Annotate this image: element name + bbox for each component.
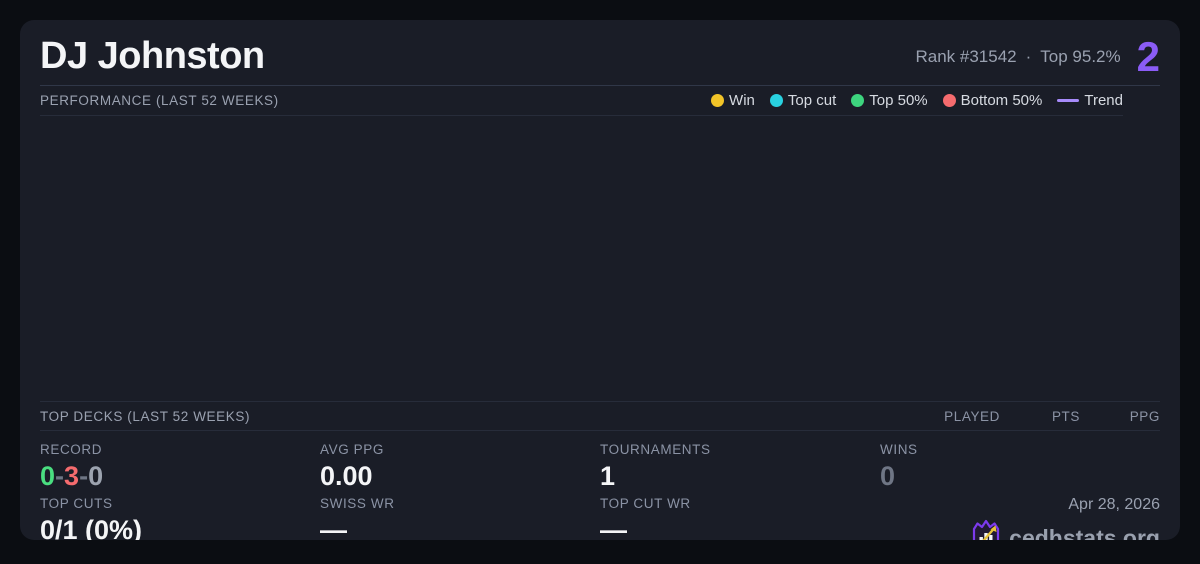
page-title: DJ Johnston	[40, 35, 265, 77]
record-draws: 0	[88, 461, 104, 491]
stat-top-cut-wr: TOP CUT WR —	[600, 496, 691, 540]
legend-item-bottom50: Bottom 50%	[942, 92, 1042, 109]
chart-legend: Win Top cut Top 50% Bottom 50% Trend	[711, 92, 1123, 109]
generated-date: Apr 28, 2026	[1068, 496, 1160, 513]
column-header-played: PLAYED	[944, 408, 1000, 424]
column-header-pts: PTS	[1051, 408, 1080, 424]
stat-tournaments: TOURNAMENTS 1	[600, 442, 711, 491]
crown-shield-chart-icon	[971, 519, 1001, 540]
brand-name: cedhstats.org	[1009, 525, 1160, 540]
stats-grid: RECORD 0-3-0 AVG PPG 0.00 TOURNAMENTS 1 …	[40, 431, 1160, 540]
legend-item-top-cut: Top cut	[769, 92, 836, 109]
bottom50-dot-icon	[942, 94, 956, 107]
player-stats-card: DJ Johnston Rank #31542 · Top 95.2% 2 PE…	[20, 20, 1180, 540]
rank-separator: ·	[1025, 46, 1032, 66]
legend-item-trend: Trend	[1057, 92, 1123, 109]
stat-top-cuts: TOP CUTS 0/1 (0%)	[40, 496, 143, 540]
brand-row: cedhstats.org	[971, 519, 1160, 540]
performance-chart-empty	[40, 116, 1123, 401]
score-badge: 2	[1136, 32, 1160, 80]
performance-header: PERFORMANCE (LAST 52 WEEKS) Win Top cut …	[40, 86, 1123, 116]
performance-title: PERFORMANCE (LAST 52 WEEKS)	[40, 93, 279, 108]
card-header: DJ Johnston Rank #31542 · Top 95.2% 2	[40, 20, 1160, 86]
top50-dot-icon	[851, 94, 865, 107]
stat-swiss-wr: SWISS WR —	[320, 496, 395, 540]
performance-section: PERFORMANCE (LAST 52 WEEKS) Win Top cut …	[40, 86, 1123, 401]
top-cut-dot-icon	[769, 94, 783, 107]
rank-label: Rank #31542	[915, 46, 1017, 66]
trend-line-icon	[1057, 99, 1080, 102]
legend-item-top50: Top 50%	[851, 92, 928, 109]
column-header-ppg: PPG	[1129, 408, 1160, 424]
top-percent-label: Top 95.2%	[1040, 46, 1121, 66]
top-decks-header: TOP DECKS (LAST 52 WEEKS) PLAYED PTS PPG	[40, 401, 1160, 431]
stat-record: RECORD 0-3-0	[40, 441, 320, 495]
stat-wins: WINS 0	[880, 442, 918, 491]
record-value: 0-3-0	[40, 461, 104, 491]
record-losses: 3	[64, 461, 80, 491]
win-dot-icon	[711, 94, 725, 107]
rank-summary: Rank #31542 · Top 95.2% 2	[915, 32, 1160, 80]
legend-item-win: Win	[711, 92, 755, 109]
footer-branding: Apr 28, 2026 cedhstats.org	[880, 495, 1160, 540]
top-decks-title: TOP DECKS (LAST 52 WEEKS)	[40, 408, 251, 424]
record-wins: 0	[40, 461, 56, 491]
stat-avg-ppg: AVG PPG 0.00	[320, 442, 384, 491]
